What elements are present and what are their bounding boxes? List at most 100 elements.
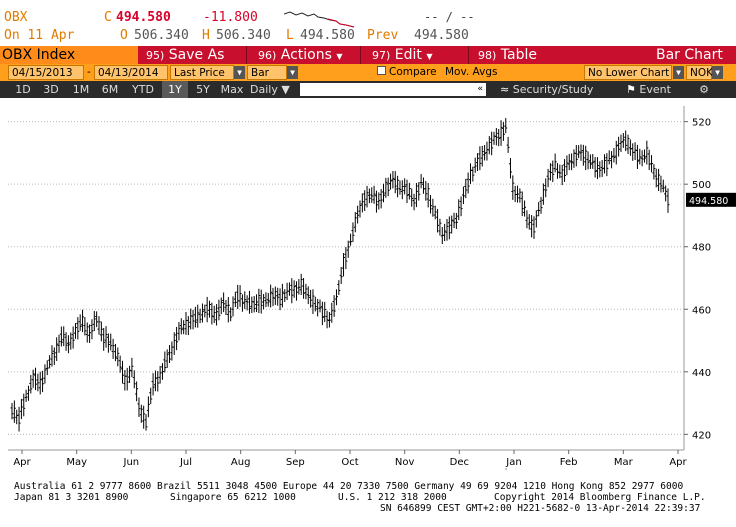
ohlc-bar <box>579 144 583 161</box>
ohlc-bar <box>621 132 625 148</box>
ohlc-bar <box>59 326 63 347</box>
range-max-button[interactable]: Max <box>218 81 246 98</box>
ohlc-bar <box>224 299 228 316</box>
save-as-button[interactable]: 95) Save As <box>146 46 224 64</box>
range-3d-button[interactable]: 3D <box>38 81 64 98</box>
ohlc-bar <box>290 278 294 304</box>
ohlc-bar <box>337 280 341 295</box>
ohlc-bar <box>144 414 148 431</box>
divider <box>246 46 247 64</box>
ohlc-bar <box>215 304 219 326</box>
chevron-down-icon[interactable]: ▼ <box>712 66 723 79</box>
quote-header: OBX C 494.580 -11.800 -- / -- On 11 Apr … <box>0 0 736 46</box>
security-field[interactable]: OBX Index <box>0 46 138 64</box>
range-1m-button[interactable]: 1M <box>68 81 94 98</box>
ohlc-bar <box>66 335 70 354</box>
compare-label: Compare <box>389 66 437 78</box>
range-input[interactable]: « <box>300 83 486 96</box>
ohlc-bar <box>238 285 242 307</box>
ohlc-bar <box>280 283 284 308</box>
security-study-button[interactable]: ≈ Security/Study <box>500 81 608 98</box>
style-select[interactable]: Bar <box>247 65 287 80</box>
ohlc-bar <box>473 157 477 173</box>
x-tick-label: May <box>66 457 87 468</box>
y-tick-label: 440 <box>692 368 711 379</box>
field-select[interactable]: Last Price <box>170 65 234 80</box>
ohlc-bar <box>323 301 327 323</box>
edit-button[interactable]: 97) Edit ▼ <box>372 46 432 64</box>
ohlc-bar <box>548 163 552 181</box>
y-tick-label: 420 <box>692 430 711 441</box>
x-tick-label: Aug <box>231 457 251 468</box>
ohlc-bar <box>657 168 661 192</box>
mov-avgs-label[interactable]: Mov. Avgs <box>442 65 502 80</box>
ohlc-bar <box>311 289 315 314</box>
gear-icon[interactable]: ⚙ <box>694 81 714 98</box>
ohlc-bar <box>506 136 510 153</box>
x-tick-label: Jan <box>505 457 521 468</box>
line-chart-icon: ≈ <box>500 83 510 96</box>
table-button[interactable]: 98) Table <box>478 46 537 64</box>
lower-chart-select[interactable]: No Lower Chart <box>584 65 672 80</box>
ohlc-bar <box>544 178 548 198</box>
ohlc-bar <box>525 210 529 229</box>
footer-contacts-singapore: Singapore 65 6212 1000 <box>170 492 296 503</box>
ohlc-bar <box>309 289 313 308</box>
actions-button[interactable]: 96) Actions ▼ <box>258 46 343 64</box>
ohlc-bar <box>123 369 127 391</box>
ohlc-bar <box>468 163 472 184</box>
chevron-down-icon[interactable]: ▼ <box>287 66 298 79</box>
ohlc-bar <box>666 188 670 213</box>
ohlc-bar <box>565 155 569 176</box>
quote-date: On 11 Apr <box>4 28 75 43</box>
ohlc-bar <box>513 185 517 203</box>
ohlc-bar <box>71 326 75 349</box>
start-date-input[interactable]: 04/15/2013 <box>8 65 84 80</box>
end-date-input[interactable]: 04/13/2014 <box>94 65 168 80</box>
ohlc-bar <box>534 210 538 228</box>
ohlc-bar <box>342 253 346 277</box>
ohlc-bar <box>31 369 35 388</box>
ohlc-bar <box>304 283 308 300</box>
range-6m-button[interactable]: 6M <box>96 81 124 98</box>
event-button[interactable]: ⚑ Event <box>626 81 680 98</box>
range-1d-button[interactable]: 1D <box>10 81 36 98</box>
ohlc-bar <box>24 389 28 402</box>
chart-type-title: Bar Chart <box>656 47 723 63</box>
ohlc-bar <box>527 214 531 230</box>
ohlc-bar <box>83 317 87 336</box>
ohlc-bar <box>389 173 393 190</box>
prev-value: 494.580 <box>414 28 469 43</box>
ohlc-bar <box>419 174 423 189</box>
ohlc-bar <box>121 360 125 384</box>
ohlc-bar <box>36 373 40 392</box>
footer-session-info: SN 646899 CEST GMT+2:00 H221-5682-0 13-A… <box>380 503 701 514</box>
ohlc-bar <box>447 216 451 240</box>
range-ytd-button[interactable]: YTD <box>128 81 158 98</box>
range-5y-button[interactable]: 5Y <box>190 81 216 98</box>
low-value: 494.580 <box>300 28 355 43</box>
ohlc-bar <box>130 357 134 378</box>
ohlc-bar <box>638 148 642 165</box>
chevron-down-icon[interactable]: ▼ <box>673 66 684 79</box>
price-chart[interactable]: 420 440 460 480 500 520 494.580 Apr May Jun Jul Au… <box>0 98 736 470</box>
ohlc-bar <box>426 182 430 208</box>
ohlc-bar <box>151 373 155 396</box>
ohlc-bar <box>626 134 630 154</box>
ohlc-bar <box>73 323 77 339</box>
ohlc-bar <box>633 142 637 161</box>
period-select[interactable]: Daily ▼ <box>250 81 294 98</box>
chevron-down-icon[interactable]: ▼ <box>234 66 245 79</box>
currency-select[interactable]: NOK <box>686 65 713 80</box>
ohlc-bar <box>243 291 247 309</box>
ohlc-bar <box>356 205 360 224</box>
ohlc-bar <box>654 168 658 188</box>
ohlc-bar <box>365 185 369 208</box>
ohlc-bar <box>50 345 54 367</box>
high-value: 506.340 <box>216 28 271 43</box>
ohlc-bar <box>421 177 425 194</box>
ohlc-bar <box>471 166 475 182</box>
prev-label: Prev <box>367 28 399 43</box>
range-1y-button[interactable]: 1Y <box>162 81 188 98</box>
x-tick-label: Feb <box>560 457 578 468</box>
